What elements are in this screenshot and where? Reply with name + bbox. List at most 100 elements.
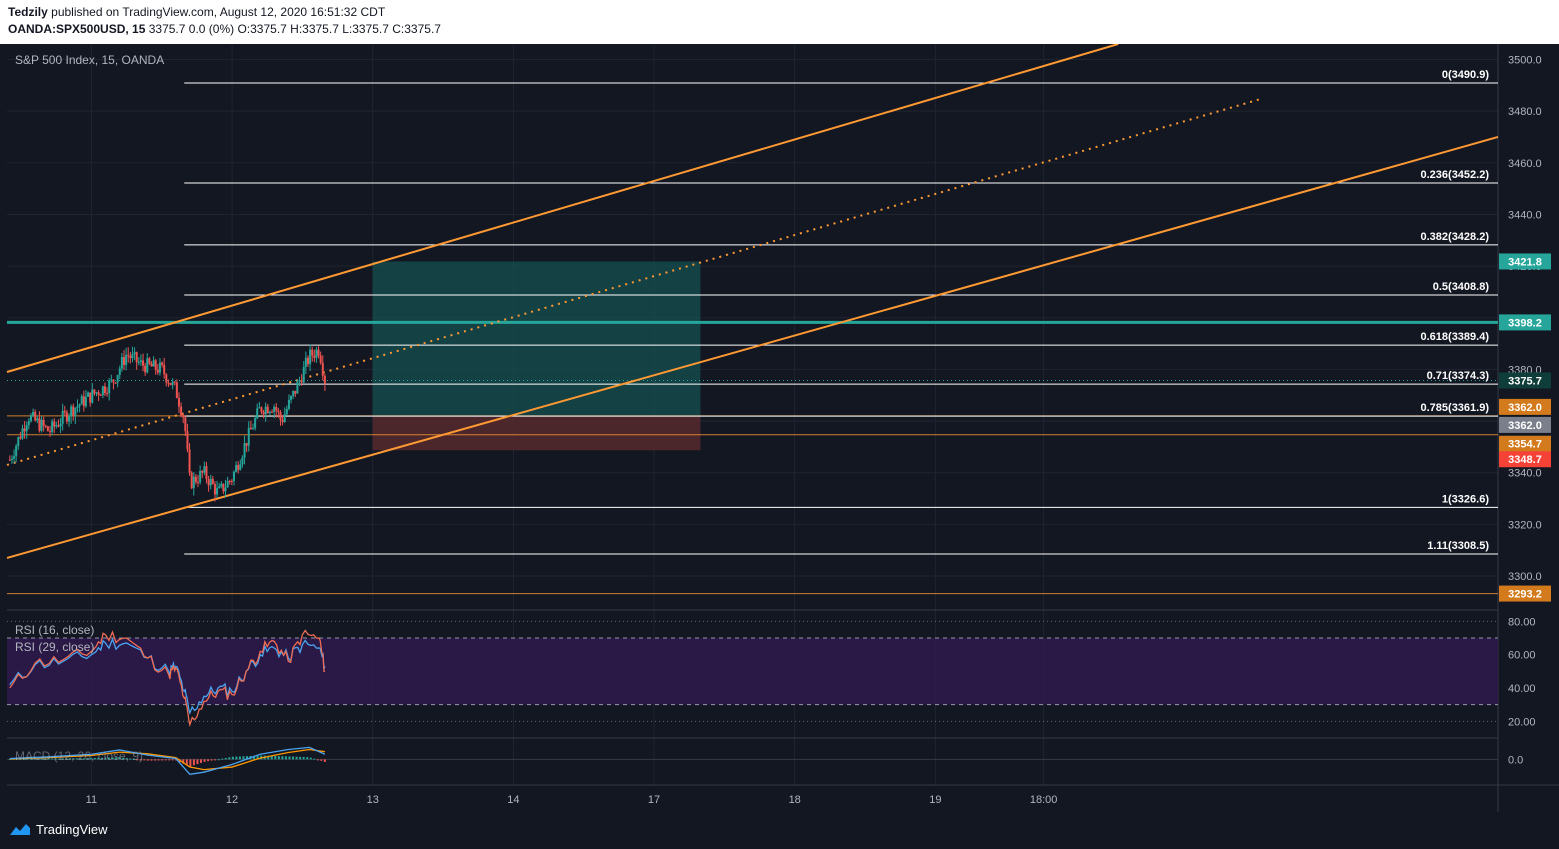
candle-body	[283, 414, 286, 422]
take-profit-zone[interactable]	[372, 261, 701, 416]
stop-loss-zone[interactable]	[372, 415, 701, 451]
candle-body	[87, 392, 90, 397]
candle-body	[313, 355, 316, 358]
macd-histogram-bar	[199, 759, 202, 763]
candle-body	[82, 396, 85, 407]
candle-body	[203, 466, 206, 473]
candle-body	[161, 362, 164, 365]
candle-body	[239, 464, 242, 470]
macd-histogram-bar	[277, 756, 280, 760]
time-axis-tick: 11	[86, 794, 97, 806]
candle-body	[173, 381, 176, 383]
candle-body	[279, 411, 282, 420]
candle-body	[110, 379, 113, 381]
time-axis-tick: 12	[226, 794, 238, 806]
candle-body	[21, 428, 24, 439]
author-name[interactable]: Tedzily	[8, 5, 48, 19]
candle-body	[256, 408, 259, 419]
candle-body	[127, 354, 130, 356]
candle-body	[232, 471, 235, 482]
macd-histogram-bar	[214, 759, 217, 761]
candle-body	[167, 382, 170, 384]
macd-histogram-bar	[238, 756, 241, 760]
macd-histogram-bar	[231, 756, 234, 760]
candle-body	[156, 369, 159, 373]
macd-histogram-bar	[242, 756, 245, 760]
candle-body	[95, 392, 98, 394]
candle-body	[78, 404, 81, 407]
fib-level-label: 0.382(3428.2)	[1421, 231, 1490, 243]
symbol-info: OANDA:SPX500USD, 15 3375.7 0.0 (0%) O:33…	[8, 22, 441, 36]
rsi-axis-tick: 20.00	[1508, 716, 1536, 728]
candle-body	[209, 478, 212, 486]
candle-body	[80, 396, 83, 405]
price-tag-label: 3421.8	[1508, 256, 1542, 268]
macd-histogram-bar	[302, 756, 305, 760]
tradingview-logo[interactable]: TradingView	[8, 821, 108, 837]
macd-histogram-bar	[146, 759, 149, 761]
candle-body	[152, 360, 155, 367]
rsi-axis-tick: 60.00	[1508, 650, 1536, 662]
candle-body	[228, 480, 231, 482]
macd-histogram-bar	[143, 759, 146, 761]
macd-label: MACD (12, 26, close, 9)	[15, 749, 143, 763]
candle-body	[76, 406, 79, 408]
fib-level-label: 0(3490.9)	[1442, 69, 1489, 81]
candle-body	[315, 349, 318, 358]
candle-body	[309, 349, 312, 365]
symbol-label[interactable]: OANDA:SPX500USD, 15	[8, 22, 145, 36]
macd-histogram-bar	[221, 758, 224, 760]
candle-body	[48, 431, 51, 433]
macd-histogram-bar	[192, 759, 195, 766]
fib-level-label: 0.5(3408.8)	[1433, 281, 1490, 293]
candle-body	[300, 380, 303, 383]
candle-body	[97, 392, 100, 395]
macd-histogram-bar	[228, 757, 231, 760]
macd-histogram-bar	[299, 756, 302, 760]
candle-body	[32, 412, 35, 416]
candle-body	[114, 382, 117, 384]
candle-body	[251, 428, 254, 430]
candle-body	[171, 381, 174, 385]
candle-body	[154, 360, 157, 370]
candle-body	[57, 425, 60, 427]
candle-body	[321, 362, 324, 376]
macd-histogram-bar	[281, 756, 284, 760]
candle-body	[89, 392, 92, 403]
candle-body	[235, 465, 238, 472]
macd-histogram-bar	[309, 757, 312, 760]
candle-body	[84, 396, 87, 407]
time-axis-tick: 13	[367, 794, 379, 806]
candle-body	[302, 366, 305, 383]
candle-body	[148, 358, 151, 364]
candle-body	[15, 445, 18, 457]
candle-body	[292, 390, 295, 396]
candle-body	[218, 486, 221, 489]
candle-body	[36, 418, 39, 421]
time-axis-tick: 14	[507, 794, 519, 806]
publish-text: published on TradingView.com, August 12,…	[51, 5, 386, 19]
candle-body	[106, 392, 109, 394]
macd-histogram-bar	[207, 759, 210, 762]
macd-histogram-bar	[210, 759, 213, 761]
candle-body	[184, 417, 187, 432]
rsi-16-label: RSI (16, close)	[15, 623, 94, 637]
candle-body	[65, 412, 68, 422]
candle-body	[201, 470, 204, 473]
candle-body	[271, 411, 274, 413]
candle-body	[319, 355, 322, 363]
candle-body	[125, 354, 128, 365]
candle-body	[213, 484, 216, 495]
candle-body	[226, 480, 229, 488]
ohlc-values: 3375.7 0.0 (0%) O:3375.7 H:3375.7 L:3375…	[148, 22, 441, 36]
candle-body	[197, 482, 200, 484]
candle-body	[61, 410, 64, 424]
candle-body	[158, 362, 161, 373]
candle-body	[199, 470, 202, 483]
candle-body	[247, 427, 250, 446]
candle-body	[46, 426, 49, 432]
chart-canvas[interactable]: 0(3490.9) 0.236(3452.2) 0.382(3428.2) 0.5(3…	[0, 44, 1559, 812]
candle-body	[131, 353, 134, 358]
macd-histogram-bar	[150, 759, 153, 761]
candle-body	[190, 472, 193, 489]
